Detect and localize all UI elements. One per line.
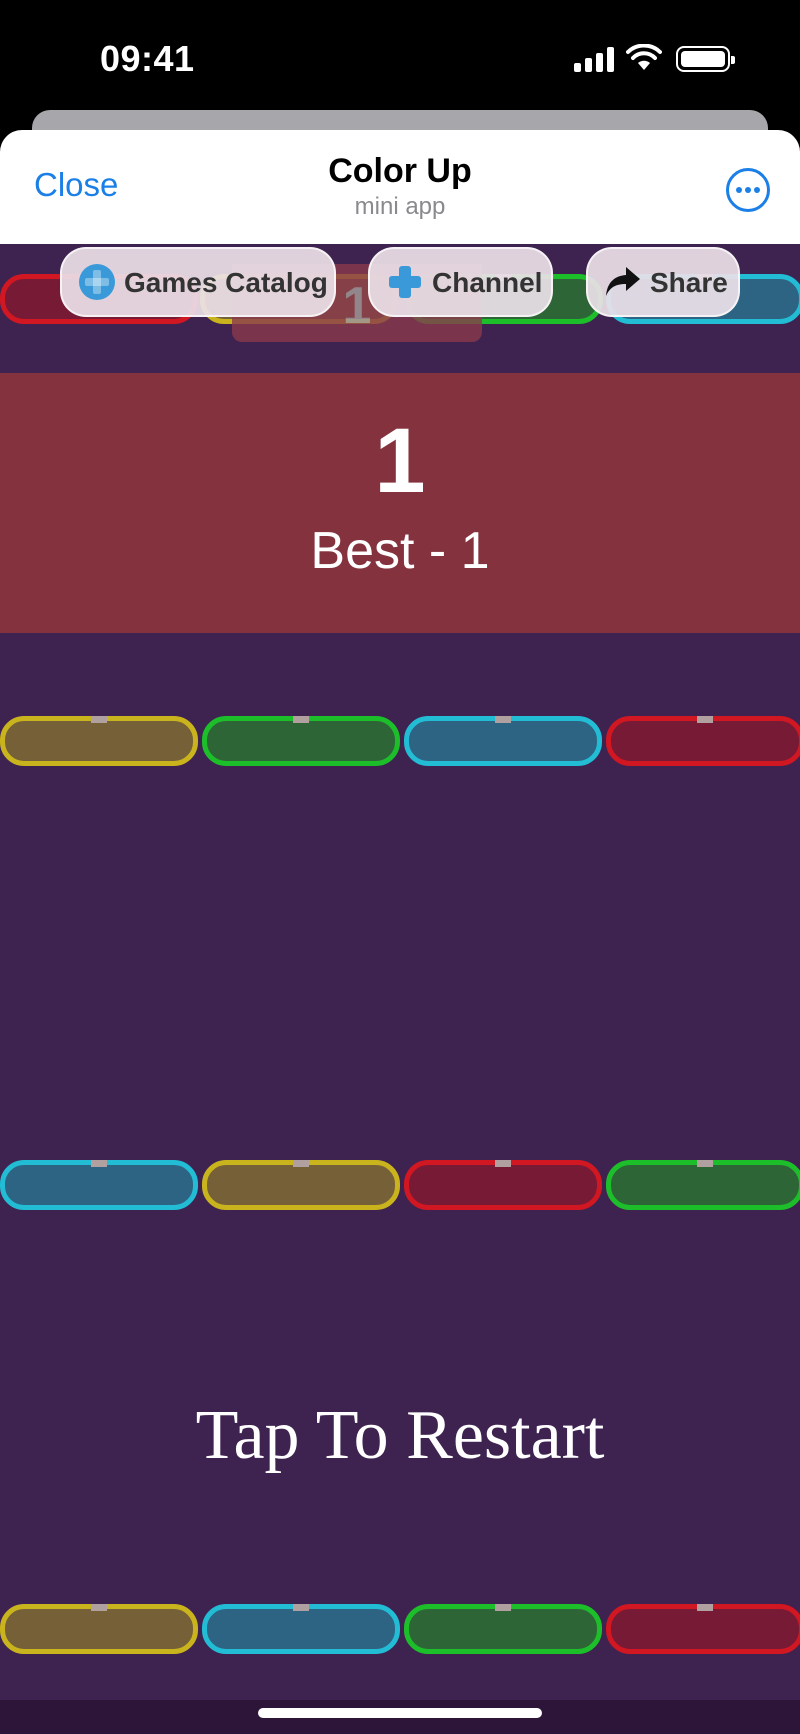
channel-label: Channel	[432, 267, 543, 298]
bar-row1-4	[606, 716, 800, 766]
bar-row3-3	[404, 1604, 602, 1654]
share-label: Share	[650, 267, 728, 298]
best-score: Best - 1	[310, 522, 490, 580]
wifi-icon	[626, 44, 662, 70]
bar-row3-4	[606, 1604, 800, 1654]
more-dot-icon	[736, 187, 742, 193]
bar-row2-2	[202, 1160, 400, 1210]
game-canvas[interactable]: 1 Games Catalog Channel Share 1 Best - 1	[0, 244, 800, 1734]
bar-row2-4	[606, 1160, 800, 1210]
bar-row1-3	[404, 716, 602, 766]
bar-row2-1	[0, 1160, 198, 1210]
gamepad-icon	[79, 264, 115, 300]
status-time: 09:41	[100, 38, 195, 79]
more-options-button[interactable]	[726, 168, 770, 212]
share-button[interactable]: Share	[586, 247, 740, 317]
more-dot-icon	[745, 187, 751, 193]
app-title: Color Up	[328, 152, 472, 190]
bar-row1-2	[202, 716, 400, 766]
status-bar: 09:41	[0, 0, 800, 118]
current-score: 1	[374, 410, 426, 512]
app-subtitle: mini app	[354, 193, 446, 220]
bar-row2-3	[404, 1160, 602, 1210]
share-arrow-icon	[606, 267, 640, 296]
channel-button[interactable]: Channel	[368, 247, 553, 317]
score-panel: 1 Best - 1	[0, 373, 800, 633]
games-catalog-label: Games Catalog	[124, 267, 328, 298]
channel-cross-icon	[389, 266, 421, 298]
bar-row3-1	[0, 1604, 198, 1654]
games-catalog-button[interactable]: Games Catalog	[60, 247, 336, 317]
bar-row3-2	[202, 1604, 400, 1654]
cellular-signal-icon	[574, 46, 614, 72]
more-dot-icon	[754, 187, 760, 193]
bar-row1-1	[0, 716, 198, 766]
home-indicator[interactable]	[258, 1708, 542, 1718]
battery-icon	[676, 46, 735, 72]
tap-to-restart[interactable]: Tap To Restart	[0, 1396, 800, 1476]
